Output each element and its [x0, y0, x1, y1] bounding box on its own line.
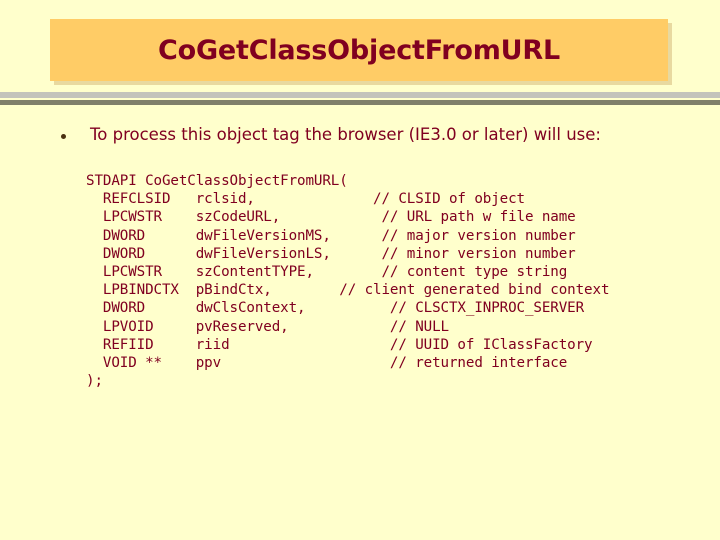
code-line: DWORD dwClsContext, // CLSCTX_INPROC_SER…: [86, 300, 585, 317]
code-line: REFIID riid // UUID of IClassFactory: [86, 336, 593, 353]
code-line: LPBINDCTX pBindCtx, // client generated …: [86, 282, 610, 299]
page-title: CoGetClassObjectFromURL: [158, 34, 560, 66]
bullet-item-label: To process this object tag the browser (…: [90, 125, 601, 144]
divider-rule-dark: [0, 100, 720, 105]
code-line: );: [86, 373, 103, 390]
code-line: LPCWSTR szContentTYPE, // content type s…: [86, 263, 568, 280]
bullet-dot-icon: [58, 134, 68, 139]
code-listing: STDAPI CoGetClassObjectFromURL( REFCLSID…: [86, 172, 609, 390]
code-line: STDAPI CoGetClassObjectFromURL(: [86, 173, 348, 189]
slide-canvas: CoGetClassObjectFromURL To process this …: [0, 0, 720, 540]
code-line: DWORD dwFileVersionMS, // major version …: [86, 227, 576, 244]
code-line: DWORD dwFileVersionLS, // minor version …: [86, 245, 576, 262]
code-line: LPCWSTR szCodeURL, // URL path w file na…: [86, 209, 576, 226]
divider-rule-light: [0, 92, 720, 98]
title-banner: CoGetClassObjectFromURL: [50, 19, 668, 81]
bullet-item: To process this object tag the browser (…: [58, 125, 678, 146]
code-line: REFCLSID rclsid, // CLSID of object: [86, 191, 525, 208]
code-line: LPVOID pvReserved, // NULL: [86, 318, 449, 335]
code-line: VOID ** ppv // returned interface: [86, 354, 568, 371]
